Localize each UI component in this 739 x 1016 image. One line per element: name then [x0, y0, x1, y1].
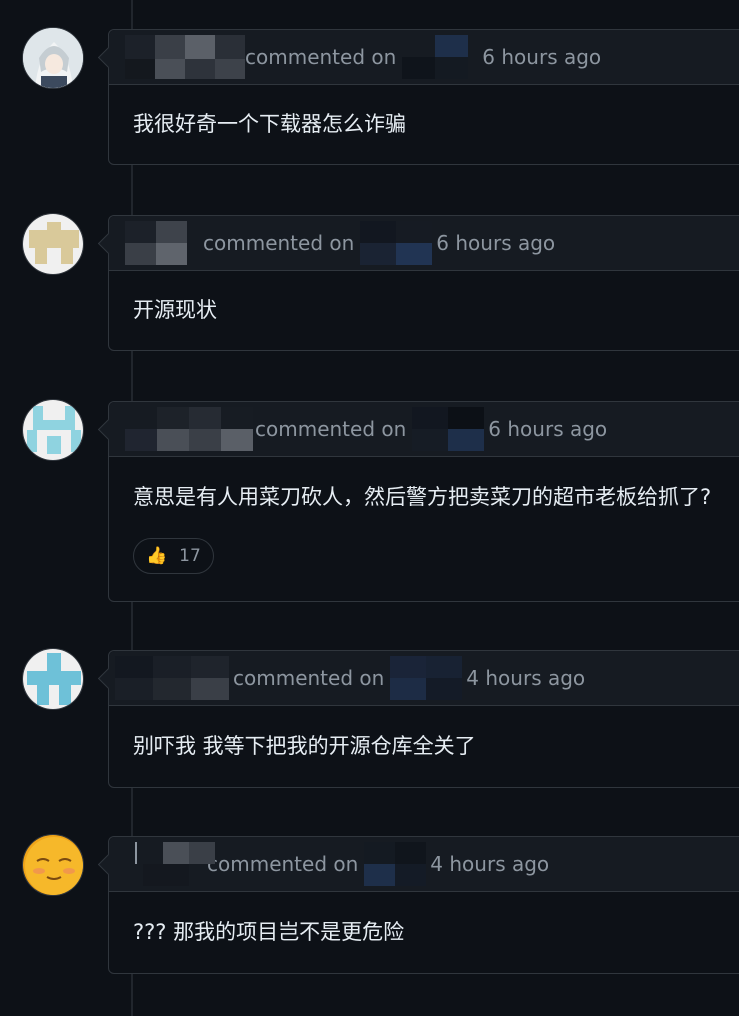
comment-action: commented on [245, 45, 397, 69]
comment-body: 开源现状 [133, 298, 217, 322]
reaction-count: 17 [179, 546, 201, 566]
comment-body: ??? 那我的项目岂不是更危险 [133, 920, 405, 944]
redacted-target-link[interactable] [364, 842, 427, 886]
thumbs-up-reaction[interactable]: 👍 17 [133, 538, 214, 574]
redacted-username[interactable] [125, 221, 187, 265]
identicon-avatar-tan[interactable] [22, 213, 84, 275]
comment-card: commented on 6 hours ago 开源现状 [108, 215, 739, 351]
thumbs-up-icon: 👍 [146, 546, 168, 566]
identicon-avatar-cyan[interactable] [22, 399, 84, 461]
comment-action: commented on [255, 417, 407, 441]
anime-character-avatar[interactable] [22, 27, 84, 89]
redacted-target-link[interactable] [412, 407, 485, 451]
comment-card: commented on 6 hours ago 意思是有人用菜刀砍人，然后警方… [108, 401, 739, 602]
redacted-username[interactable] [125, 35, 245, 79]
comment-body: 别吓我 我等下把我的开源仓库全关了 [133, 734, 476, 758]
redacted-target-link[interactable] [390, 656, 463, 700]
reactions-bar: 👍 17 [109, 538, 739, 574]
comment-timestamp[interactable]: 4 hours ago [466, 666, 585, 690]
comment-action: commented on [207, 852, 359, 876]
redacted-username[interactable] [125, 407, 253, 451]
comment-card: commented on 4 hours ago 别吓我 我等下把我的开源仓库全… [108, 650, 739, 788]
emoji-face-avatar[interactable] [22, 834, 84, 896]
comment-body: 我很好奇一个下载器怎么诈骗 [133, 112, 406, 136]
comment-action: commented on [203, 231, 355, 255]
comment-timestamp[interactable]: 4 hours ago [430, 852, 549, 876]
identicon-avatar-blue[interactable] [22, 648, 84, 710]
redacted-target-link[interactable] [360, 221, 433, 265]
comment-header: commented on 6 hours ago [109, 402, 739, 457]
comment-timestamp[interactable]: 6 hours ago [482, 45, 601, 69]
redacted-username[interactable] [135, 842, 215, 886]
comment-header: commented on 6 hours ago [109, 30, 739, 85]
comment-header: commented on 6 hours ago [109, 216, 739, 271]
comment-card: commented on 6 hours ago 我很好奇一个下载器怎么诈骗 [108, 29, 739, 165]
comment-card: commented on 4 hours ago ??? 那我的项目岂不是更危险 [108, 836, 739, 974]
redacted-target-link[interactable] [402, 35, 469, 79]
comment-timestamp[interactable]: 6 hours ago [488, 417, 607, 441]
comment-header: commented on 4 hours ago [109, 837, 739, 892]
comment-header: commented on 4 hours ago [109, 651, 739, 706]
comment-action: commented on [233, 666, 385, 690]
redacted-username[interactable] [115, 656, 229, 700]
comment-body: 意思是有人用菜刀砍人，然后警方把卖菜刀的超市老板给抓了? [133, 485, 712, 509]
comment-timestamp[interactable]: 6 hours ago [436, 231, 555, 255]
